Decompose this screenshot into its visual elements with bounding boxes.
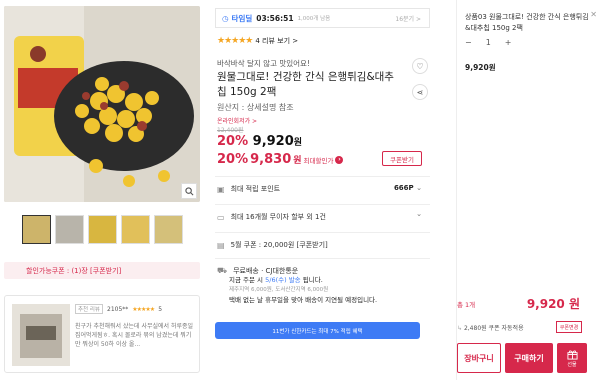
price-unit: 원 — [293, 138, 303, 148]
quantity-stepper: − 1 + — [465, 38, 512, 47]
original-price: 12,400원 — [217, 127, 244, 134]
thumbnail-list — [22, 215, 183, 244]
divider — [215, 258, 430, 259]
share-icon[interactable]: ⋖ — [412, 84, 428, 100]
heart-icon[interactable]: ♡ — [412, 58, 428, 74]
thumbnail[interactable] — [88, 215, 117, 244]
info-icon[interactable]: › — [335, 155, 344, 164]
rating-text: 4 리뷰 보기 > — [255, 37, 299, 45]
ship-date: 5/6(수) 발송 — [265, 276, 301, 284]
truck-icon: ⛟ — [217, 266, 228, 275]
timedeal-remaining: 16분기 > — [395, 15, 421, 23]
card-icon: ▭ — [217, 212, 225, 222]
shipping-line-2: 제주지역 6,000원, 도서산간지역 6,000원 — [229, 287, 329, 293]
plus-button[interactable]: + — [505, 38, 512, 47]
product-photo — [4, 6, 200, 202]
rating-row[interactable]: ★★★★★ 4 리뷰 보기 > — [217, 36, 298, 46]
close-icon[interactable]: ✕ — [590, 10, 597, 19]
review-user: 2105** — [107, 305, 129, 313]
review-text: 친구가 추천해줘서 샀는데 사무실에서 허루종일 집어먹게됨ㅎ. 혹시 몰로라 … — [75, 323, 194, 348]
review-stars: ★★★★★ — [132, 305, 155, 313]
rating-stars: ★★★★★ — [217, 36, 253, 46]
review-tag: 추천 리뷰 — [75, 304, 103, 314]
product-origin: 원산지 : 상세설명 참조 — [217, 103, 294, 112]
coupon-icon: ▤ — [217, 240, 225, 250]
quantity-value: 1 — [485, 38, 491, 47]
shipping-line-3: 택배 없는 날 휴무일을 맞아 배송이 지연될 예정입니다. — [229, 296, 378, 304]
points-value: 666P ⌄ — [393, 184, 422, 192]
discount-rate: 20% — [217, 134, 249, 149]
coupon-button[interactable]: 쿠폰받기 — [382, 151, 422, 166]
gallery-column: 할인가능쿠폰 : (1)장 [쿠폰받기] 추천 리뷰 2105** ★★★★★ … — [0, 0, 205, 380]
review-card[interactable]: 추천 리뷰 2105** ★★★★★ 5 친구가 추천해줘서 샀는데 사무실에서… — [4, 295, 200, 373]
divider — [215, 232, 430, 233]
timedeal-time: 03:56:51 — [256, 13, 294, 23]
points-label: 최대 적립 포인트 — [230, 185, 281, 193]
thumbnail[interactable] — [121, 215, 150, 244]
add-to-cart-button[interactable]: 장바구니 — [457, 343, 501, 373]
monthly-coupon-text: 5월 쿠폰 : 20,000원 [쿠폰받기] — [230, 241, 328, 249]
cart-item-price: 9,920원 — [465, 63, 496, 72]
product-title: 원물그대로! 건강한 간식 은행튀김&대추칩 150g 2팩 — [217, 71, 394, 98]
shipping-details: 지금 주문 시 5/6(수) 발송 됩니다. 제주지역 6,000원, 도서산간… — [229, 275, 429, 305]
review-meta: 추천 리뷰 2105** ★★★★★ 5 — [75, 304, 162, 314]
installment-text: 최대 16개월 무이자 할부 외 1건 — [230, 213, 326, 221]
clock-icon: ◷ — [222, 13, 229, 23]
purchase-panel: 상품03 원물그대로! 건강한 간식 은행튀김&대추칩 150g 2팩 ✕ − … — [456, 0, 600, 380]
product-info-column: ◷ 타임딜 03:56:51 1,000개 남음 16분기 > ★★★★★ 4 … — [215, 0, 430, 380]
buy-now-button[interactable]: 구매하기 — [505, 343, 553, 373]
zoom-button[interactable] — [181, 183, 197, 199]
total-count: 총 1개 — [457, 301, 476, 309]
product-subtitle: 바삭바삭 달지 않고 맛있어요! — [217, 59, 310, 68]
max-price-value: 9,830 — [250, 152, 292, 167]
chevron-down-icon[interactable]: ⌄ — [416, 210, 422, 218]
online-price-label[interactable]: 온라인회저가 > — [217, 116, 257, 125]
price-value: 9,920 — [252, 134, 294, 149]
gift-icon — [566, 349, 578, 360]
cart-item-title: 상품03 원물그대로! 건강한 간식 은행튀김&대추칩 150g 2팩 — [465, 13, 589, 32]
shipping-line-1: 지금 주문 시 5/6(수) 발송 됩니다. — [229, 276, 323, 284]
review-photo — [12, 304, 70, 366]
chevron-down-icon[interactable]: ⌄ — [416, 184, 422, 192]
coupon-strip-label: 할인가능쿠폰 : (1)장 [쿠폰받기] — [26, 266, 122, 275]
max-discount-rate: 20% — [217, 152, 249, 167]
sale-price: 20% 9,920원 — [217, 134, 302, 149]
change-coupon-button[interactable]: 쿠폰변경 — [556, 321, 582, 333]
timedeal-label: 타임딜 — [231, 13, 253, 23]
timedeal-limit: 1,000개 남음 — [297, 16, 331, 22]
divider — [215, 204, 430, 205]
review-photo-graphic — [12, 304, 70, 366]
points-row[interactable]: ▣ 최대 적립 포인트 — [217, 184, 280, 194]
monthly-coupon-row[interactable]: ▤ 5월 쿠폰 : 20,000원 [쿠폰받기] — [217, 240, 328, 250]
return-icon: ↳ — [457, 325, 463, 332]
card-benefit-label: 11번가 신한카드는 최대 7% 적립 혜택 — [272, 328, 363, 335]
gift-button[interactable]: 선물 — [557, 343, 587, 373]
installment-row[interactable]: ▭ 최대 16개월 무이자 할부 외 1건 — [217, 212, 326, 222]
coupon-strip[interactable]: 할인가능쿠폰 : (1)장 [쿠폰받기] — [4, 262, 200, 279]
auto-coupon-label: ↳ 2,480원 쿠폰 자동적용 — [457, 325, 524, 332]
max-price-unit: 원 — [293, 156, 302, 166]
review-score: 5 — [158, 305, 163, 313]
max-discount-price: 20% 9,830 원 최대할인가 › — [217, 152, 344, 167]
search-icon — [184, 186, 193, 195]
gift-label: 선물 — [567, 361, 577, 368]
card-benefit-button[interactable]: 11번가 신한카드는 최대 7% 적립 혜택 — [215, 322, 420, 339]
point-icon: ▣ — [217, 184, 225, 194]
thumbnail[interactable] — [55, 215, 84, 244]
max-discount-label: 최대할인가 — [303, 156, 334, 165]
timedeal-banner[interactable]: ◷ 타임딜 03:56:51 1,000개 남음 16분기 > — [215, 8, 430, 28]
thumbnail[interactable] — [154, 215, 183, 244]
product-main-image[interactable] — [4, 6, 200, 202]
minus-button[interactable]: − — [465, 38, 472, 47]
divider — [215, 176, 430, 177]
thumbnail[interactable] — [22, 215, 51, 244]
total-price: 9,920 원 — [526, 297, 580, 311]
